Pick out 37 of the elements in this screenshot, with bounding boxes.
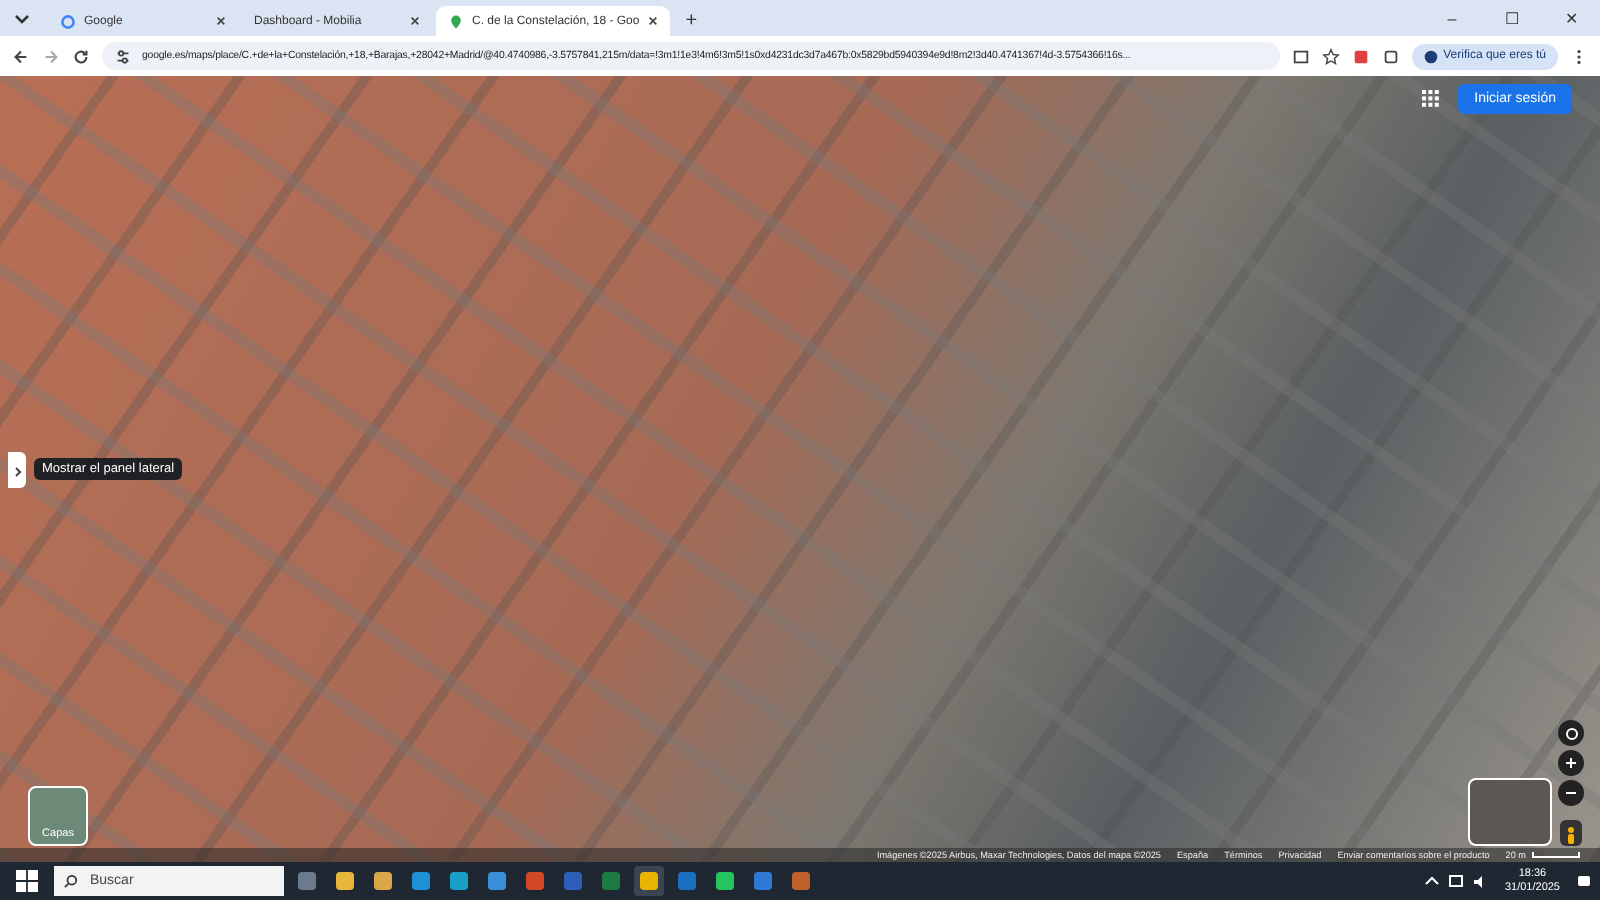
taskbar-app-icon[interactable]	[444, 866, 474, 896]
scale-bar	[1532, 852, 1580, 858]
taskbar-app-icon[interactable]	[634, 866, 664, 896]
close-icon[interactable]	[216, 16, 226, 26]
close-icon[interactable]	[410, 16, 420, 26]
new-tab-button[interactable]: +	[685, 10, 698, 32]
chevron-icon[interactable]	[1424, 873, 1441, 889]
map-pin-icon	[448, 13, 464, 29]
taskbar-app-icon[interactable]	[482, 866, 512, 896]
window-control[interactable]: ✕	[1544, 9, 1600, 27]
profile-avatar-icon	[1423, 49, 1438, 63]
back-icon[interactable]	[12, 47, 30, 65]
window-control[interactable]: ☐	[1484, 9, 1540, 27]
street-view-preview[interactable]	[1468, 778, 1552, 846]
taskbar-app-icon[interactable]	[406, 866, 436, 896]
taskbar-app-icon[interactable]	[368, 866, 398, 896]
site-settings-icon	[114, 47, 132, 65]
apps-icon[interactable]	[1422, 90, 1440, 108]
pegman-icon[interactable]	[1560, 820, 1582, 846]
star-icon[interactable]	[1321, 47, 1340, 65]
location-icon[interactable]	[1558, 720, 1584, 746]
taskbar-app-icon[interactable]	[520, 866, 550, 896]
reload-icon[interactable]	[72, 47, 90, 65]
zoom-in-icon[interactable]	[1558, 750, 1584, 776]
google-icon	[60, 13, 76, 29]
windows-icon[interactable]	[16, 870, 38, 892]
side-panel-button[interactable]	[8, 452, 26, 488]
taskbar-app-icon[interactable]	[786, 866, 816, 896]
zoom-out-icon[interactable]	[1558, 780, 1584, 806]
taskbar-app-icon[interactable]	[330, 866, 360, 896]
taskbar-app-icon[interactable]	[292, 866, 322, 896]
chevron-right-icon	[11, 463, 23, 479]
search-icon	[64, 874, 78, 888]
window-control[interactable]: –	[1424, 9, 1480, 27]
taskbar-app-icon[interactable]	[748, 866, 778, 896]
taskbar-app-icon[interactable]	[710, 866, 740, 896]
close-icon[interactable]	[647, 16, 658, 26]
